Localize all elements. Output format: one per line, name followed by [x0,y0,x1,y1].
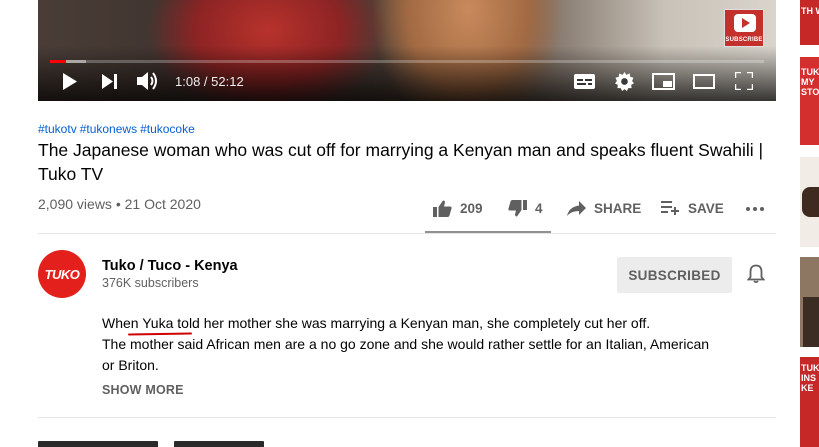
thumbs-down-icon [508,199,527,216]
thumbnail-text: TH W A [801,6,819,16]
more-actions-button[interactable] [746,207,764,211]
like-button[interactable]: 209 [433,198,483,218]
next-button[interactable] [102,74,118,89]
related-video-thumbnail[interactable]: TH W A [800,0,819,45]
share-arrow-icon [567,200,586,216]
time-display: 1:08 / 52:12 [175,74,244,89]
duration: 52:12 [211,74,244,89]
volume-button[interactable] [137,71,161,91]
progress-played [50,60,66,63]
play-button[interactable] [63,73,77,90]
next-icon [102,74,117,89]
youtube-logo-icon [734,14,756,32]
thumbs-up-icon [433,200,452,217]
description-text: ld her mother she was marrying a Kenyan … [188,315,651,331]
notification-bell-button[interactable] [746,264,766,289]
description-line: The mother said African men are a no go … [102,336,710,373]
miniplayer-button[interactable] [652,73,675,90]
volume-icon [137,72,157,90]
more-dot-icon [753,207,757,211]
settings-button[interactable] [615,72,634,91]
video-description: When Yuka told her mother she was marryi… [102,313,722,376]
subscribe-watermark-label: SUBSCRIBE [725,37,763,43]
share-button[interactable]: SHARE [567,198,641,218]
related-video-thumbnail[interactable] [800,257,819,347]
thumbnail-text: TUK MY STO [801,67,819,97]
dislike-button[interactable]: 4 [508,198,543,218]
related-video-thumbnail[interactable] [800,157,819,247]
channel-avatar[interactable]: TUKO [38,250,86,298]
view-count: 2,090 views [38,196,112,212]
more-dot-icon [760,207,764,211]
related-video-thumbnail[interactable]: TUK INS KE [800,357,819,447]
captions-button[interactable] [574,74,595,89]
meta-separator: • [111,196,125,212]
video-player[interactable]: SUBSCRIBE 1:08 / 52:12 [38,0,776,101]
captions-icon [574,74,595,89]
video-meta: 2,090 views • 21 Oct 2020 [38,196,201,212]
gear-icon [615,72,634,91]
description-line: When Yuka told her mother she was marryi… [102,313,722,334]
subscriber-count: 376K subscribers [102,276,199,290]
divider [38,417,776,418]
fullscreen-button[interactable] [735,72,753,90]
save-label: SAVE [688,200,724,216]
sort-by-partial[interactable] [174,441,264,447]
thumbnail-text: TUK INS KE [801,363,819,393]
video-title: The Japanese woman who was cut off for m… [38,140,764,184]
upload-date: 21 Oct 2020 [124,196,201,212]
thumbnail-figure [803,297,819,347]
subscribed-button[interactable]: SUBSCRIBED [617,257,732,293]
like-count: 209 [460,200,483,216]
current-time: 1:08 [175,74,201,89]
thumbnail-figure [802,187,819,217]
hashtag-link[interactable]: #tukonews [80,122,137,136]
share-label: SHARE [594,200,642,216]
comment-count-partial [38,441,158,447]
play-icon [63,73,77,90]
bell-icon [746,264,766,284]
progress-bar[interactable] [50,60,764,63]
related-video-thumbnail[interactable]: TUK MY STO [800,57,819,145]
channel-name[interactable]: Tuko / Tuco - Kenya [102,258,238,274]
hashtag-link[interactable]: #tukocoke [140,122,195,136]
highlighted-text: n Yuka to [130,315,189,331]
playlist-add-icon [661,201,679,215]
time-separator: / [200,74,212,89]
theater-mode-button[interactable] [693,74,715,89]
fullscreen-icon [735,72,753,90]
dislike-count: 4 [535,200,543,216]
comments-header-partial [38,438,278,447]
show-more-button[interactable]: SHOW MORE [102,383,184,397]
subscribe-watermark[interactable]: SUBSCRIBE [724,9,764,47]
more-dot-icon [746,207,750,211]
description-text: Whe [102,315,131,331]
theater-icon [693,74,715,89]
divider [38,233,776,234]
hashtags: #tukotv #tukonews #tukocoke [38,122,198,136]
miniplayer-icon [652,73,675,90]
save-button[interactable]: SAVE [661,198,724,218]
hashtag-link[interactable]: #tukotv [38,122,77,136]
